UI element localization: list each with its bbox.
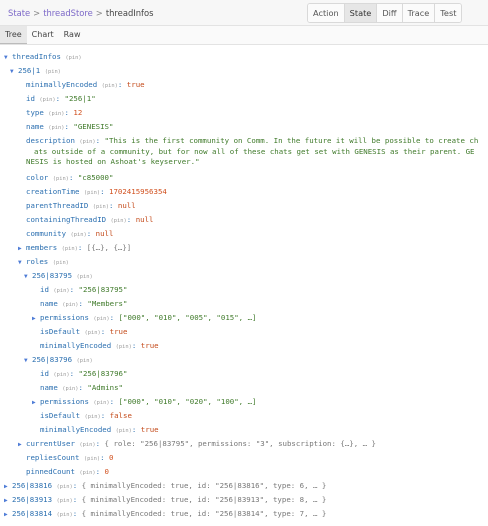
tree-leaf-containingthreadid[interactable]: containingThreadID (pin): null [26, 213, 488, 227]
tree-node-members[interactable]: ▶ members (pin): [{…}, {…}] [18, 241, 488, 255]
tree-leaf-name[interactable]: name (pin): "GENESIS" [26, 120, 488, 134]
tree-leaf-creationtime[interactable]: creationTime (pin): 1702415956354 [26, 185, 488, 199]
tree-leaf-id[interactable]: id (pin): "256|1" [26, 92, 488, 106]
caret-down-icon[interactable]: ▼ [24, 270, 32, 283]
tab-chart[interactable]: Chart [27, 26, 59, 44]
tree-leaf-color[interactable]: color (pin): "c85000" [26, 171, 488, 185]
caret-right-icon[interactable]: ▶ [18, 242, 26, 255]
tree-node-role-permissions[interactable]: ▶ permissions (pin): ["000", "010", "005"… [32, 311, 488, 325]
caret-right-icon[interactable]: ▶ [18, 438, 26, 451]
tree-node-thread-256-1[interactable]: ▼ 256|1 (pin) [10, 64, 488, 78]
view-tabs: Tree Chart Raw [0, 26, 488, 45]
breadcrumb-threadstore[interactable]: threadStore [43, 8, 93, 18]
tree-node-role-admins[interactable]: ▼ 256|83796 (pin) [24, 353, 488, 367]
tree-leaf-role-minimallyencoded[interactable]: minimallyEncoded (pin): true [40, 339, 488, 353]
tree-node-thread-256-83816[interactable]: ▶ 256|83816 (pin): { minimallyEncoded: tr… [4, 479, 488, 493]
caret-down-icon[interactable]: ▼ [10, 65, 18, 78]
breadcrumb-state[interactable]: State [8, 8, 30, 18]
tree-node-roles[interactable]: ▼ roles (pin) [18, 255, 488, 269]
breadcrumb: State > threadStore > threadInfos [8, 8, 154, 18]
tree-node-threadinfos[interactable]: ▼ threadInfos (pin) [4, 50, 488, 64]
caret-down-icon[interactable]: ▼ [24, 354, 32, 367]
caret-right-icon[interactable]: ▶ [4, 480, 12, 493]
inspector-toolbar: State > threadStore > threadInfos Action Sta… [0, 0, 488, 26]
tree-leaf-role-name[interactable]: name (pin): "Admins" [40, 381, 488, 395]
caret-right-icon[interactable]: ▶ [4, 494, 12, 507]
caret-right-icon[interactable]: ▶ [4, 508, 12, 521]
tree-node-thread-256-83913[interactable]: ▶ 256|83913 (pin): { minimallyEncoded: tr… [4, 493, 488, 507]
caret-right-icon[interactable]: ▶ [32, 312, 40, 325]
tree-leaf-community[interactable]: community (pin): null [26, 227, 488, 241]
tree-leaf-role-isdefault[interactable]: isDefault (pin): false [40, 409, 488, 423]
tree-leaf-role-id[interactable]: id (pin): "256|83795" [40, 283, 488, 297]
breadcrumb-threadinfos: threadInfos [105, 8, 154, 18]
tree-node-role-permissions[interactable]: ▶ permissions (pin): ["000", "010", "020"… [32, 395, 488, 409]
tree-leaf-repliescount[interactable]: repliesCount (pin): 0 [26, 451, 488, 465]
tree-node-currentuser[interactable]: ▶ currentUser (pin): { role: "256|83795",… [18, 437, 488, 451]
tab-tree[interactable]: Tree [0, 26, 27, 44]
tree-node-role-members[interactable]: ▼ 256|83795 (pin) [24, 269, 488, 283]
caret-right-icon[interactable]: ▶ [32, 396, 40, 409]
test-mode-button[interactable]: Test [435, 4, 462, 22]
breadcrumb-separator: > [33, 8, 41, 18]
tab-raw[interactable]: Raw [59, 26, 86, 44]
tree-leaf-type[interactable]: type (pin): 12 [26, 106, 488, 120]
caret-down-icon[interactable]: ▼ [18, 256, 26, 269]
tree-leaf-role-id[interactable]: id (pin): "256|83796" [40, 367, 488, 381]
state-mode-button[interactable]: State [344, 4, 378, 22]
tree-leaf-role-minimallyencoded[interactable]: minimallyEncoded (pin): true [40, 423, 488, 437]
tree-leaf-role-name[interactable]: name (pin): "Members" [40, 297, 488, 311]
tree-leaf-minimallyencoded[interactable]: minimallyEncoded (pin): true [26, 78, 488, 92]
trace-mode-button[interactable]: Trace [402, 4, 436, 22]
tree-leaf-role-isdefault[interactable]: isDefault (pin): true [40, 325, 488, 339]
breadcrumb-separator: > [95, 8, 103, 18]
tree-leaf-parentthreadid[interactable]: parentThreadID (pin): null [26, 199, 488, 213]
tree-leaf-pinnedcount[interactable]: pinnedCount (pin): 0 [26, 465, 488, 479]
monitor-mode-switch: Action State Diff Trace Test [307, 3, 463, 23]
caret-down-icon[interactable]: ▼ [4, 51, 12, 64]
tree-node-thread-256-83814[interactable]: ▶ 256|83814 (pin): { minimallyEncoded: tr… [4, 507, 488, 521]
tree-leaf-description[interactable]: description (pin): "This is the first co… [26, 136, 484, 168]
action-mode-button[interactable]: Action [308, 4, 345, 22]
diff-mode-button[interactable]: Diff [377, 4, 403, 22]
